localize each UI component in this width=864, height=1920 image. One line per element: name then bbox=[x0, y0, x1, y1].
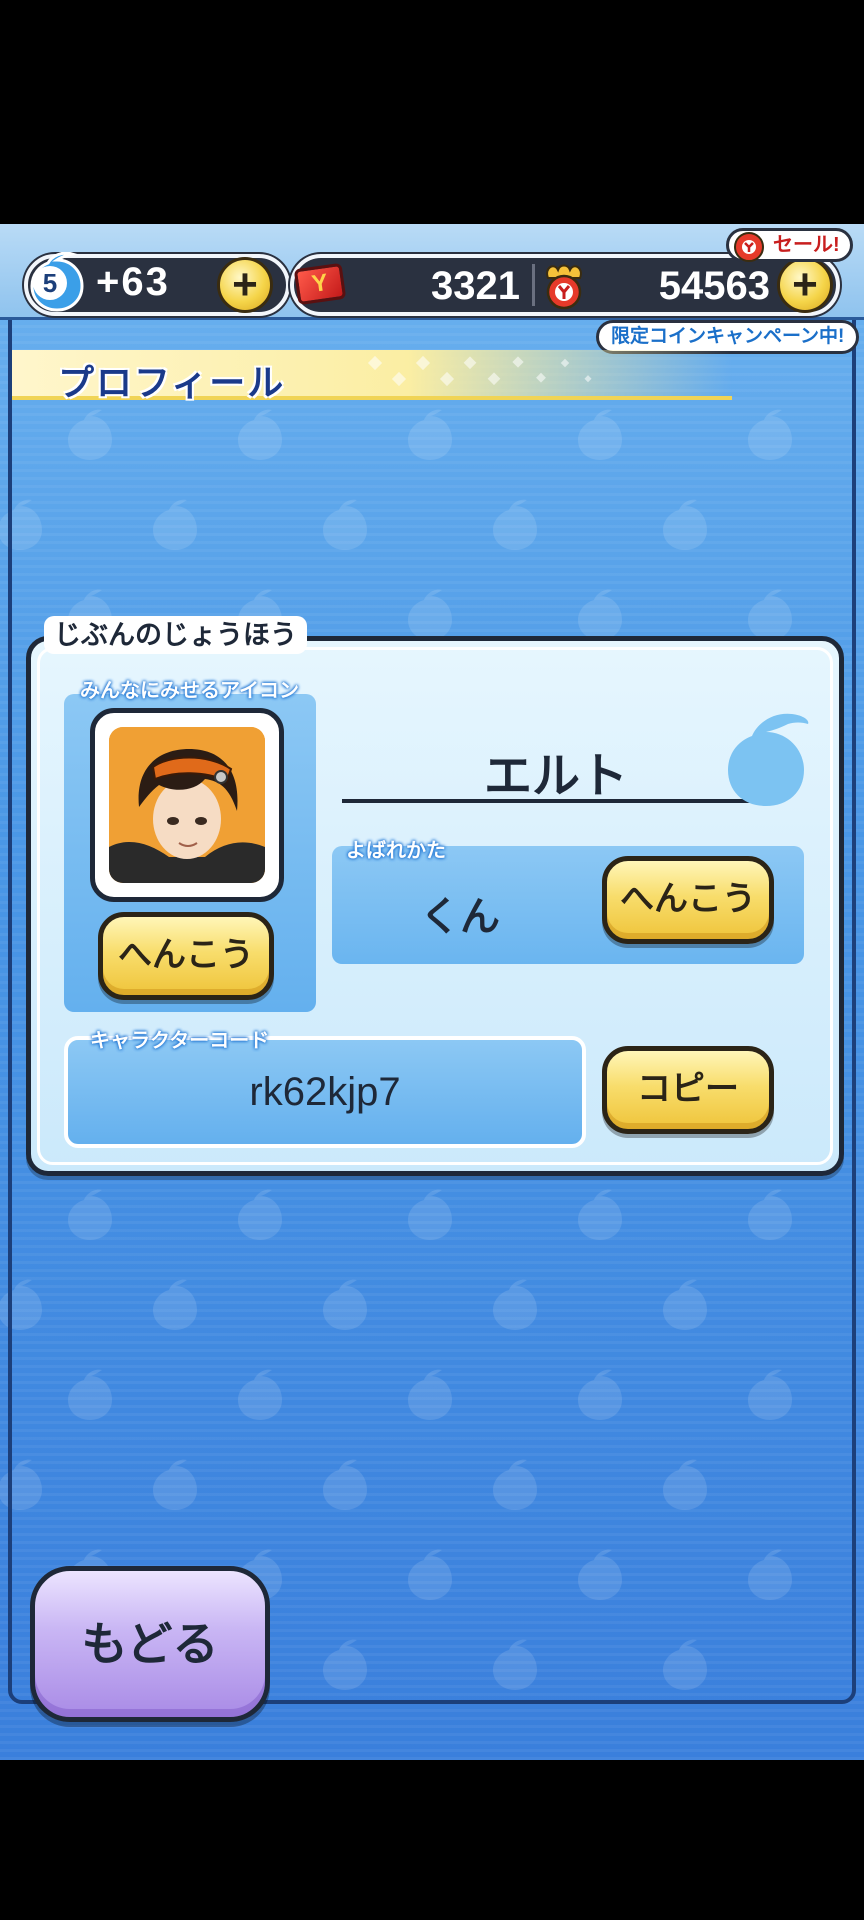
avatar bbox=[90, 708, 284, 902]
character-code-value: rk62kjp7 bbox=[249, 1070, 401, 1114]
ticket-icon: Y bbox=[293, 262, 347, 306]
coin-count: 54563 bbox=[658, 264, 770, 308]
add-coins-button[interactable]: + bbox=[777, 257, 833, 313]
name-underline bbox=[342, 799, 762, 803]
coin-icon bbox=[546, 264, 582, 310]
back-button[interactable]: もどる bbox=[30, 1566, 270, 1722]
title-diamond-decoration bbox=[367, 355, 592, 387]
top-hud: 5 +63 + Y 3321 54563 + セール! 限定コインキャンペーン中… bbox=[0, 224, 864, 354]
profile-screen: 5 +63 + Y 3321 54563 + セール! 限定コインキャンペーン中… bbox=[0, 224, 864, 1760]
campaign-badge[interactable]: 限定コインキャンペーン中! bbox=[596, 320, 860, 354]
profile-section-title: じぶんのじょうほう bbox=[44, 616, 307, 654]
currency-divider bbox=[532, 264, 535, 306]
copy-button[interactable]: コピー bbox=[602, 1046, 774, 1134]
character-code-label: キャラクターコード bbox=[90, 1030, 270, 1052]
change-title-button[interactable]: へんこう bbox=[602, 856, 774, 944]
drop-deco-icon bbox=[728, 713, 809, 806]
change-icon-button[interactable]: へんこう bbox=[98, 912, 274, 1000]
sale-label: セール! bbox=[773, 234, 840, 256]
title-label: よばれかた bbox=[346, 840, 446, 862]
icon-section-label: みんなにみせるアイコン bbox=[80, 680, 299, 702]
page-title: プロフィール bbox=[58, 362, 286, 403]
player-name: エルト bbox=[483, 750, 628, 803]
sale-coin-icon bbox=[734, 232, 764, 262]
title-value: くん bbox=[420, 895, 500, 939]
sale-badge[interactable]: セール! bbox=[726, 228, 853, 262]
ticket-count: 3321 bbox=[431, 264, 520, 308]
stamina-bonus: +63 bbox=[96, 260, 170, 304]
stamina-level: 5 bbox=[33, 266, 67, 300]
avatar-image bbox=[109, 727, 265, 883]
add-stamina-button[interactable]: + bbox=[217, 257, 273, 313]
